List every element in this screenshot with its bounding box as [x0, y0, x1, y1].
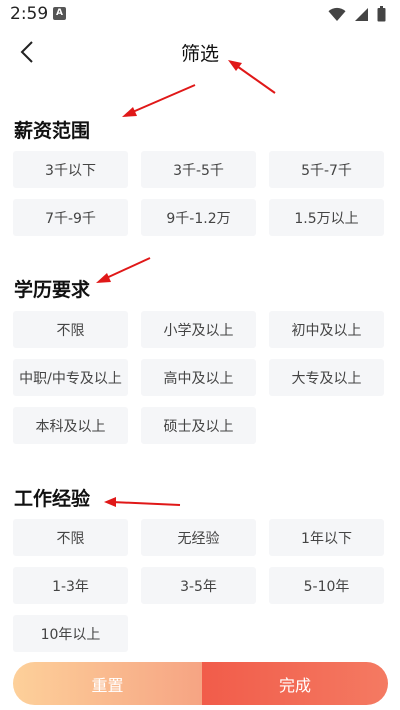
option-education-5[interactable]: 高中及以上: [141, 359, 256, 396]
option-experience-2[interactable]: 无经验: [141, 519, 256, 556]
option-education-8[interactable]: 硕士及以上: [141, 407, 256, 444]
option-experience-5[interactable]: 3-5年: [141, 567, 256, 604]
page-title: 筛选: [180, 43, 219, 65]
option-experience-1[interactable]: 不限: [13, 519, 128, 556]
option-salary-2[interactable]: 3千-5千: [141, 151, 256, 188]
option-education-3[interactable]: 初中及以上: [269, 311, 384, 348]
option-education-4[interactable]: 中职/中专及以上: [13, 359, 128, 396]
option-salary-6[interactable]: 1.5万以上: [269, 199, 384, 236]
section-title-experience: 工作经验: [14, 488, 91, 510]
option-education-7[interactable]: 本科及以上: [13, 407, 128, 444]
status-icons: [328, 6, 386, 22]
option-education-1[interactable]: 不限: [13, 311, 128, 348]
option-experience-4[interactable]: 1-3年: [13, 567, 128, 604]
wifi-icon: [328, 7, 346, 21]
signal-icon: [355, 7, 368, 21]
done-button[interactable]: 完成: [202, 662, 388, 705]
option-education-6[interactable]: 大专及以上: [269, 359, 384, 396]
option-experience-3[interactable]: 1年以下: [269, 519, 384, 556]
section-title-education: 学历要求: [14, 279, 91, 301]
status-time: 2:59: [10, 4, 49, 24]
option-experience-6[interactable]: 5-10年: [269, 567, 384, 604]
arrow-to-salary: [122, 84, 196, 117]
option-experience-7[interactable]: 10年以上: [13, 615, 128, 652]
option-salary-1[interactable]: 3千以下: [13, 151, 128, 188]
notification-icon: A: [53, 7, 66, 20]
top-bar: 筛选: [0, 32, 400, 72]
arrow-to-education: [96, 257, 151, 283]
section-title-salary: 薪资范围: [14, 120, 91, 142]
reset-button[interactable]: 重置: [13, 662, 202, 705]
status-bar: 2:59 A: [0, 0, 400, 28]
battery-icon: [377, 6, 386, 22]
arrow-to-experience: [104, 497, 181, 507]
option-salary-3[interactable]: 5千-7千: [269, 151, 384, 188]
option-salary-4[interactable]: 7千-9千: [13, 199, 128, 236]
bottom-bar: 重置 完成: [0, 656, 400, 710]
option-education-2[interactable]: 小学及以上: [141, 311, 256, 348]
option-salary-5[interactable]: 9千-1.2万: [141, 199, 256, 236]
